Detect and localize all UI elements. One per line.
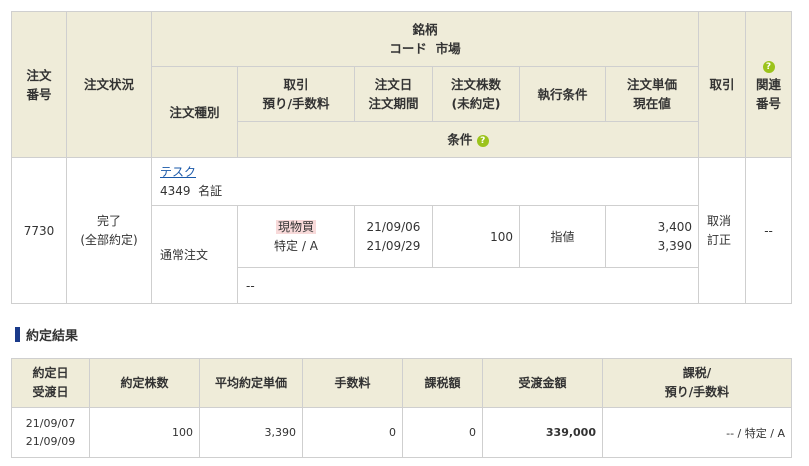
order-number-header: 注文 番号 (11, 11, 67, 158)
trade-header: 取引 預り/手数料 (237, 66, 355, 122)
cancel-link[interactable]: 取消 (707, 212, 745, 231)
code-market-label: コード 市場 (389, 41, 461, 56)
exec-date-header: 約定日 受渡日 (11, 358, 90, 408)
fee-cell: 0 (302, 407, 403, 458)
action-cell: 取消 訂正 (698, 157, 747, 304)
settlement-cell: 339,000 (482, 407, 603, 458)
current-price: 3,390 (657, 238, 693, 253)
table-row: 21/09/07 21/09/09 100 3,390 0 0 339,000 … (11, 407, 792, 458)
condition-header: 条件 ? (236, 121, 700, 158)
price-cell: 3,400 3,390 (604, 205, 700, 268)
cancel-header: 取引 (698, 11, 747, 158)
order-period: 21/09/29 (366, 238, 421, 253)
quantity-cell: 100 (432, 205, 520, 268)
exec-condition-header: 執行条件 (519, 66, 606, 122)
stock-name-link[interactable]: テスク (160, 165, 196, 179)
fee-header: 手数料 (302, 358, 403, 408)
order-table: 注文 番号 注文状況 銘柄 コード 市場 取引 ? 関連 番号 注文種別 取引 … (11, 11, 793, 304)
exec-date-cell: 21/09/07 21/09/09 (11, 407, 90, 458)
stock-header: 銘柄 コード 市場 (150, 11, 700, 67)
exec-condition-cell: 指値 (519, 205, 606, 268)
tax-account-header: 課税/ 預り/手数料 (602, 358, 792, 408)
order-date: 21/09/06 (366, 219, 421, 234)
exec-result-title: 約定結果 (15, 325, 78, 344)
order-date-header: 注文日 注文期間 (354, 66, 433, 122)
exec-quantity-cell: 100 (89, 407, 200, 458)
order-status-header: 注文状況 (66, 11, 152, 158)
unit-price-header: 注文単価 現在値 (604, 66, 700, 122)
trade-cell: 現物買 特定 / A (237, 205, 355, 268)
stock-brand-label: 銘柄 (412, 22, 438, 37)
settlement-header: 受渡金額 (482, 358, 603, 408)
order-date-cell: 21/09/06 21/09/29 (354, 205, 433, 268)
account-fee: 特定 / A (274, 238, 318, 253)
tax-header: 課税額 (402, 358, 483, 408)
help-icon[interactable]: ? (476, 134, 489, 147)
order-number-cell: 7730 (11, 157, 67, 304)
spot-buy-badge: 現物買 (275, 219, 316, 234)
related-number-cell: -- (745, 157, 793, 304)
order-price: 3,400 (657, 219, 693, 234)
quantity-header: 注文株数 (未約定) (432, 66, 520, 122)
order-type-header: 注文種別 (151, 66, 238, 158)
condition-cell: -- (236, 267, 700, 304)
section-marker (15, 327, 20, 342)
exec-quantity-header: 約定株数 (89, 358, 200, 408)
related-number-header: ? 関連 番号 (745, 11, 793, 158)
avg-price-header: 平均約定単価 (199, 358, 303, 408)
stock-info-cell: テスク 4349 名証 (150, 157, 700, 206)
order-type-cell: 通常注文 (151, 205, 238, 304)
tax-account-cell: -- / 特定 / A (602, 407, 792, 458)
exec-table: 約定日 受渡日 約定株数 平均約定単価 手数料 課税額 受渡金額 課税/ 預り/… (11, 358, 792, 458)
tax-cell: 0 (402, 407, 483, 458)
modify-link[interactable]: 訂正 (707, 231, 745, 250)
stock-code-market: 4349 名証 (160, 183, 223, 198)
avg-price-cell: 3,390 (199, 407, 303, 458)
order-status-cell: 完了 (全部約定) (66, 157, 152, 304)
help-icon[interactable]: ? (762, 60, 775, 73)
